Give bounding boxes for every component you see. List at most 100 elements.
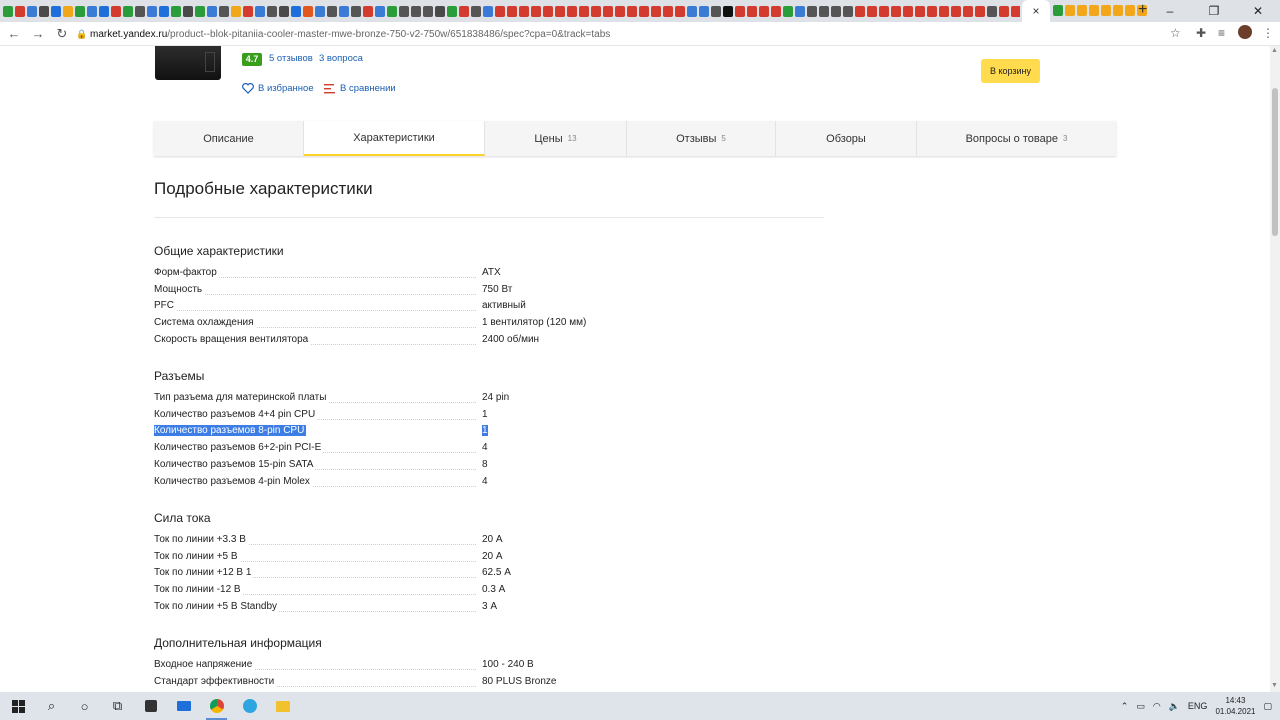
page-scrollbar[interactable]: ▲ ▼ xyxy=(1270,46,1280,692)
tab-favicon-icon[interactable] xyxy=(2,5,13,17)
tab-favicon-icon[interactable] xyxy=(962,5,973,17)
tab-favicon-icon[interactable] xyxy=(578,5,589,17)
tab-favicon-icon[interactable] xyxy=(470,5,481,17)
tab-favicon-icon[interactable] xyxy=(590,5,601,17)
tab-favicon-icon[interactable] xyxy=(50,5,61,17)
active-tab[interactable]: × xyxy=(1022,0,1050,22)
tab-favicon-icon[interactable] xyxy=(998,5,1009,17)
tab-favicon-icon[interactable] xyxy=(842,5,853,17)
tab-favicon-icon[interactable] xyxy=(914,5,925,17)
tab-favicon-icon[interactable] xyxy=(554,5,565,17)
tab-favicon-icon[interactable] xyxy=(938,5,949,17)
add-to-cart-button[interactable]: В корзину xyxy=(981,59,1040,83)
extensions-puzzle-icon[interactable]: ✚ xyxy=(1196,26,1206,40)
tab-favicon-icon[interactable] xyxy=(38,5,49,17)
tab-favicon-icon[interactable] xyxy=(1010,5,1020,17)
tab-favicon-icon[interactable] xyxy=(434,5,445,17)
task-view-icon[interactable]: ⧉ xyxy=(101,692,134,720)
tab-favicon-icon[interactable] xyxy=(374,5,385,17)
tab-favicon-icon[interactable] xyxy=(974,5,985,17)
windows-start-icon[interactable] xyxy=(2,692,35,720)
tab-favicon-icon[interactable] xyxy=(422,5,433,17)
tab-favicon-icon[interactable] xyxy=(542,5,553,17)
tab-favicon-icon[interactable] xyxy=(146,5,157,17)
compare-toggle[interactable]: В сравнении xyxy=(324,83,396,94)
chrome-icon[interactable] xyxy=(200,692,233,720)
new-tab-button[interactable]: + xyxy=(1138,1,1147,19)
tab-favicon-icon[interactable] xyxy=(1088,5,1099,16)
tab-favicon-icon[interactable] xyxy=(1076,5,1087,16)
tab-favicon-icon[interactable] xyxy=(158,5,169,17)
tab-description[interactable]: Описание xyxy=(154,121,304,156)
clock[interactable]: 14:43 01.04.2021 xyxy=(1215,695,1255,717)
tab-favicon-icon[interactable] xyxy=(266,5,277,17)
tab-favicon-icon[interactable] xyxy=(854,5,865,17)
tab-favicon-icon[interactable] xyxy=(650,5,661,17)
profile-avatar[interactable] xyxy=(1238,25,1252,39)
browser-menu-icon[interactable]: ⋮ xyxy=(1262,26,1274,40)
tab-favicon-icon[interactable] xyxy=(122,5,133,17)
tab-favicon-icon[interactable] xyxy=(1064,5,1075,16)
product-image[interactable] xyxy=(155,46,221,80)
tab-favicon-icon[interactable] xyxy=(770,5,781,17)
tab-favicon-icon[interactable] xyxy=(794,5,805,17)
tab-favicon-icon[interactable] xyxy=(398,5,409,17)
tab-favicon-icon[interactable] xyxy=(254,5,265,17)
tab-favicon-icon[interactable] xyxy=(674,5,685,17)
tab-favicon-icon[interactable] xyxy=(602,5,613,17)
tab-favicon-icon[interactable] xyxy=(1124,5,1135,16)
tab-favicon-icon[interactable] xyxy=(830,5,841,17)
close-window-button[interactable]: ✕ xyxy=(1236,0,1280,22)
tab-favicon-icon[interactable] xyxy=(890,5,901,17)
tab-favicon-icon[interactable] xyxy=(218,5,229,17)
scrollbar-thumb[interactable] xyxy=(1272,88,1278,236)
tab-favicon-icon[interactable] xyxy=(410,5,421,17)
tab-favicon-icon[interactable] xyxy=(506,5,517,17)
tab-favicon-icon[interactable] xyxy=(14,5,25,17)
tab-favicon-icon[interactable] xyxy=(230,5,241,17)
tab-favicon-icon[interactable] xyxy=(1100,5,1111,16)
tab-favicon-icon[interactable] xyxy=(530,5,541,17)
tab-favicon-icon[interactable] xyxy=(926,5,937,17)
tab-favicon-icon[interactable] xyxy=(734,5,745,17)
tab-favicon-icon[interactable] xyxy=(782,5,793,17)
tab-favicon-icon[interactable] xyxy=(446,5,457,17)
tab-favicon-icon[interactable] xyxy=(74,5,85,17)
tab-favicon-icon[interactable] xyxy=(314,5,325,17)
reload-icon[interactable]: ↻ xyxy=(50,26,74,42)
tab-favicon-icon[interactable] xyxy=(302,5,313,17)
tab-favicon-icon[interactable] xyxy=(818,5,829,17)
notifications-icon[interactable]: ▢ xyxy=(1263,701,1272,712)
tab-favicon-icon[interactable] xyxy=(1112,5,1123,16)
store-icon[interactable] xyxy=(134,692,167,720)
tab-favicon-icon[interactable] xyxy=(278,5,289,17)
cortana-icon[interactable]: ○ xyxy=(68,692,101,720)
tab-favicon-icon[interactable] xyxy=(1052,5,1063,16)
tab-favicon-icon[interactable] xyxy=(482,5,493,17)
tab-favicon-icon[interactable] xyxy=(950,5,961,17)
tab-favicon-icon[interactable] xyxy=(746,5,757,17)
tab-favicon-icon[interactable] xyxy=(386,5,397,17)
tab-favicon-icon[interactable] xyxy=(170,5,181,17)
tab-favicon-icon[interactable] xyxy=(722,5,733,17)
tab-favicon-icon[interactable] xyxy=(638,5,649,17)
tab-specifications[interactable]: Характеристики xyxy=(304,121,485,156)
volume-icon[interactable]: 🔈 xyxy=(1169,701,1180,712)
tab-favicon-icon[interactable] xyxy=(686,5,697,17)
tab-favicon-icon[interactable] xyxy=(566,5,577,17)
tab-favicon-icon[interactable] xyxy=(758,5,769,17)
tab-favicon-icon[interactable] xyxy=(362,5,373,17)
tab-favicon-icon[interactable] xyxy=(518,5,529,17)
reviews-link[interactable]: 5 отзывов xyxy=(269,53,313,64)
tab-favicon-icon[interactable] xyxy=(710,5,721,17)
forward-arrow-icon[interactable]: → xyxy=(26,26,50,41)
tab-favicon-icon[interactable] xyxy=(662,5,673,17)
url-input[interactable]: 🔒 market.yandex.ru/product--blok-pitanii… xyxy=(76,24,1190,44)
tab-favicon-icon[interactable] xyxy=(614,5,625,17)
tab-favicon-icon[interactable] xyxy=(806,5,817,17)
tab-prices[interactable]: Цены 13 xyxy=(485,121,627,156)
tab-favicon-icon[interactable] xyxy=(290,5,301,17)
tab-favicon-icon[interactable] xyxy=(326,5,337,17)
photos-icon[interactable] xyxy=(266,692,299,720)
chevron-up-icon[interactable]: ⌃ xyxy=(1121,701,1129,712)
